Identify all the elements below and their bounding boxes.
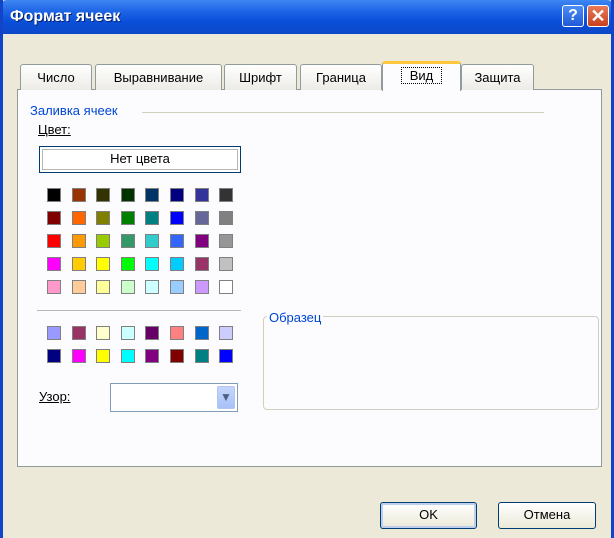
tab-protection[interactable]: Защита — [461, 64, 534, 90]
chevron-down-icon[interactable]: ▼ — [217, 386, 235, 409]
tab-label: Число — [37, 70, 75, 85]
color-swatch[interactable] — [121, 211, 135, 225]
no-color-button-focus — [42, 149, 238, 170]
color-swatch[interactable] — [96, 234, 110, 248]
color-swatch[interactable] — [219, 257, 233, 271]
color-label-text: Цвет: — [38, 122, 71, 137]
color-swatch[interactable] — [121, 326, 135, 340]
ok-button[interactable]: OK — [380, 502, 477, 529]
color-swatch[interactable] — [72, 211, 86, 225]
color-swatch[interactable] — [72, 188, 86, 202]
tab-label: Граница — [316, 70, 366, 85]
color-swatch[interactable] — [47, 257, 61, 271]
sample-preview — [263, 316, 599, 410]
color-swatch[interactable] — [96, 188, 110, 202]
tab-number[interactable]: Число — [20, 64, 92, 90]
color-swatch[interactable] — [195, 211, 209, 225]
color-swatch[interactable] — [96, 280, 110, 294]
color-swatch[interactable] — [145, 211, 159, 225]
color-swatch[interactable] — [96, 211, 110, 225]
color-swatch[interactable] — [195, 280, 209, 294]
color-swatch[interactable] — [195, 326, 209, 340]
color-swatch[interactable] — [96, 349, 110, 363]
tab-label: Вид — [400, 67, 443, 84]
format-cells-dialog: Формат ячеек ? ✕ Число Выравнивание Шриф… — [0, 0, 614, 538]
color-swatch[interactable] — [72, 257, 86, 271]
color-swatch[interactable] — [145, 280, 159, 294]
cell-shading-group-label: Заливка ячеек — [30, 103, 118, 118]
tab-font[interactable]: Шрифт — [224, 64, 297, 90]
color-swatch[interactable] — [145, 326, 159, 340]
color-swatch[interactable] — [219, 211, 233, 225]
color-swatch[interactable] — [47, 188, 61, 202]
color-swatch[interactable] — [47, 326, 61, 340]
color-swatch[interactable] — [47, 234, 61, 248]
color-swatch[interactable] — [121, 234, 135, 248]
color-swatch[interactable] — [145, 349, 159, 363]
palette-separator — [37, 310, 241, 311]
color-swatch[interactable] — [170, 257, 184, 271]
help-icon[interactable]: ? — [562, 5, 584, 27]
tab-label: Защита — [474, 70, 521, 85]
tab-alignment[interactable]: Выравнивание — [95, 64, 222, 90]
color-swatch[interactable] — [195, 234, 209, 248]
color-swatch[interactable] — [121, 257, 135, 271]
close-icon[interactable]: ✕ — [587, 5, 609, 27]
color-swatch[interactable] — [170, 188, 184, 202]
color-swatch[interactable] — [170, 280, 184, 294]
title-bar[interactable]: Формат ячеек ? ✕ — [3, 0, 611, 34]
color-swatch[interactable] — [72, 349, 86, 363]
color-swatch[interactable] — [195, 349, 209, 363]
color-swatch[interactable] — [72, 280, 86, 294]
color-swatch[interactable] — [96, 326, 110, 340]
color-swatch[interactable] — [47, 280, 61, 294]
color-swatch[interactable] — [219, 234, 233, 248]
color-swatch[interactable] — [195, 188, 209, 202]
color-label: Цвет: — [38, 122, 71, 137]
color-swatch[interactable] — [170, 211, 184, 225]
color-swatch[interactable] — [145, 234, 159, 248]
color-swatch[interactable] — [121, 280, 135, 294]
sample-label: Образец — [267, 310, 324, 325]
tab-label: Выравнивание — [113, 70, 204, 85]
color-swatch[interactable] — [145, 188, 159, 202]
color-swatch[interactable] — [170, 234, 184, 248]
pattern-dropdown[interactable]: ▼ — [110, 383, 238, 412]
color-swatch[interactable] — [219, 188, 233, 202]
cancel-button[interactable]: Отмена — [498, 502, 596, 529]
color-swatch[interactable] — [96, 257, 110, 271]
color-swatch[interactable] — [170, 326, 184, 340]
color-swatch[interactable] — [47, 211, 61, 225]
color-swatch[interactable] — [47, 349, 61, 363]
no-color-button[interactable]: Нет цвета — [39, 146, 241, 173]
color-swatch[interactable] — [195, 257, 209, 271]
pattern-label-text: Узор: — [39, 389, 71, 404]
tab-border[interactable]: Граница — [300, 64, 382, 90]
color-swatch[interactable] — [145, 257, 159, 271]
color-swatch[interactable] — [219, 326, 233, 340]
color-swatch[interactable] — [170, 349, 184, 363]
color-swatch[interactable] — [121, 349, 135, 363]
color-swatch[interactable] — [72, 234, 86, 248]
window-title: Формат ячеек — [10, 8, 121, 25]
color-swatch[interactable] — [219, 280, 233, 294]
color-swatch[interactable] — [72, 326, 86, 340]
color-swatch[interactable] — [121, 188, 135, 202]
tab-label: Шрифт — [239, 70, 282, 85]
tab-patterns[interactable]: Вид — [382, 61, 461, 91]
group-divider — [142, 112, 544, 113]
pattern-label: Узор: — [39, 389, 70, 404]
color-swatch[interactable] — [219, 349, 233, 363]
